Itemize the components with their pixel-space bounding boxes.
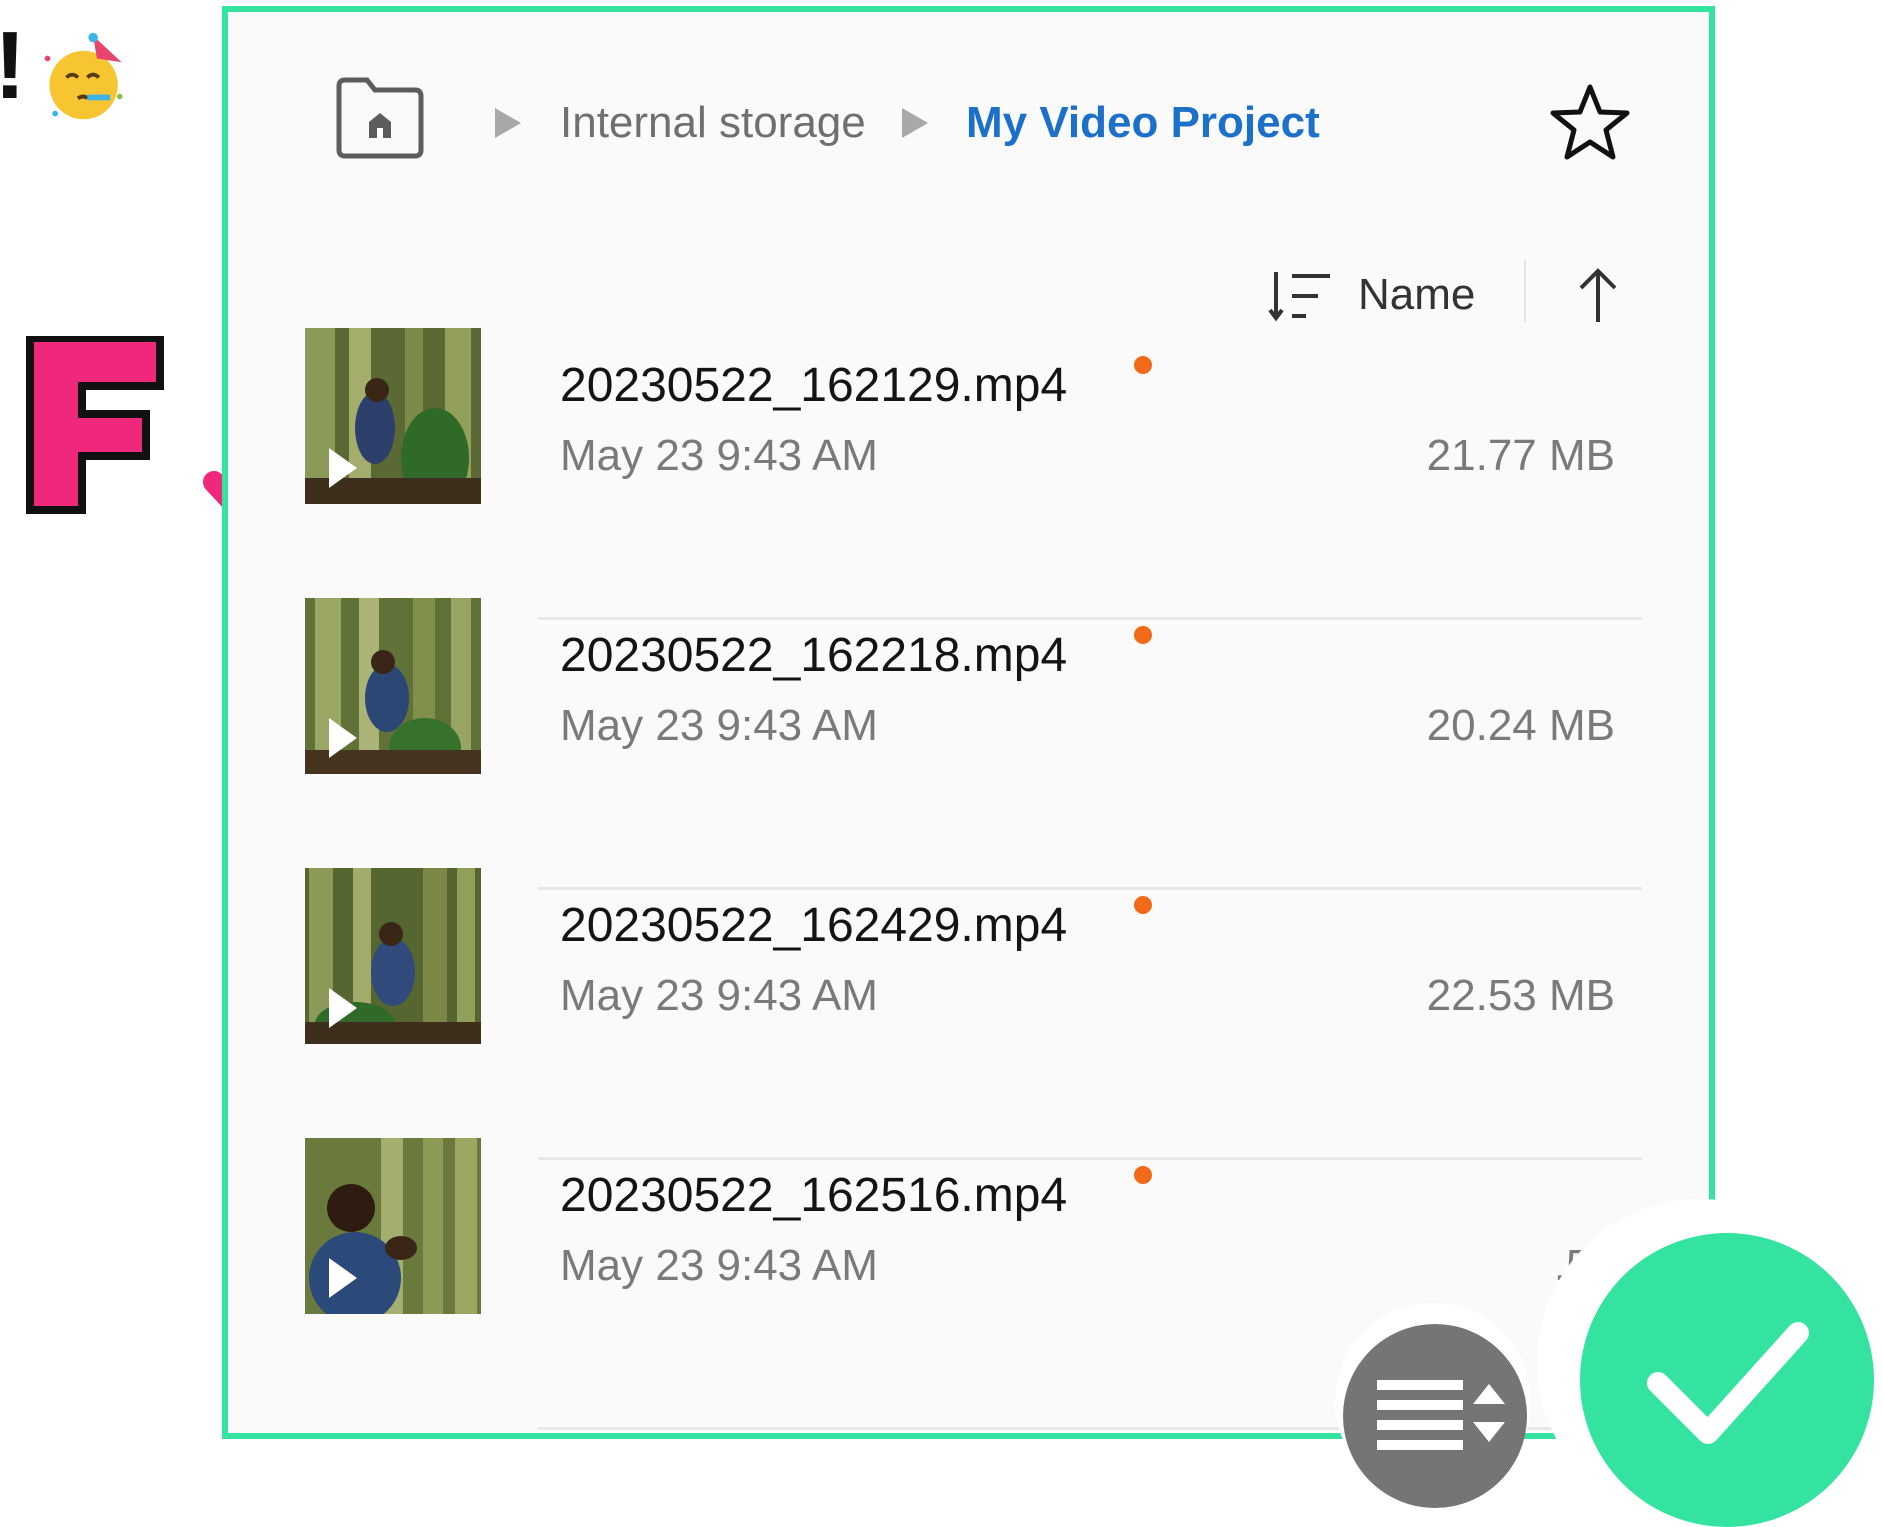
checkmark-icon[interactable] xyxy=(1580,1233,1874,1527)
file-date: May 23 9:43 AM xyxy=(560,701,878,750)
file-date: May 23 9:43 AM xyxy=(560,1241,878,1290)
file-name: 20230522_162429.mp4 xyxy=(560,899,1068,952)
divider xyxy=(1524,260,1526,322)
breadcrumb-current-folder[interactable]: My Video Project xyxy=(966,98,1320,148)
letter-f-badge: F xyxy=(26,336,164,514)
new-indicator-dot xyxy=(1134,1166,1152,1184)
star-outline-icon[interactable] xyxy=(1549,83,1631,161)
breadcrumb-chevron-icon xyxy=(902,108,928,138)
file-name: 20230522_162129.mp4 xyxy=(560,359,1068,412)
file-date: May 23 9:43 AM xyxy=(560,431,878,480)
new-indicator-dot xyxy=(1134,356,1152,374)
video-thumbnail xyxy=(305,598,481,774)
video-thumbnail xyxy=(305,1138,481,1314)
new-indicator-dot xyxy=(1134,896,1152,914)
video-thumbnail xyxy=(305,868,481,1044)
file-size: 21.77 MB xyxy=(1426,431,1615,480)
breadcrumb-internal-storage[interactable]: Internal storage xyxy=(560,98,866,148)
file-size: 20.24 MB xyxy=(1426,701,1615,750)
file-name: 20230522_162218.mp4 xyxy=(560,629,1068,682)
file-size: 22.53 MB xyxy=(1426,971,1615,1020)
party-face-icon xyxy=(44,32,123,120)
new-indicator-dot xyxy=(1134,626,1152,644)
sort-list-icon[interactable] xyxy=(1343,1324,1527,1508)
arrow-up-icon[interactable] xyxy=(1573,266,1623,326)
list-item[interactable]: 20230522_162129.mp4 May 23 9:43 AM 21.77… xyxy=(228,328,1709,598)
breadcrumb: Internal storage My Video Project xyxy=(228,12,1709,222)
file-name: 20230522_162516.mp4 xyxy=(560,1169,1068,1222)
file-browser-panel: Internal storage My Video Project Name 2… xyxy=(222,6,1715,1439)
file-date: May 23 9:43 AM xyxy=(560,971,878,1020)
sort-lines-icon[interactable] xyxy=(1268,268,1334,324)
home-folder-icon[interactable] xyxy=(331,76,429,162)
sort-by-label[interactable]: Name xyxy=(1358,270,1475,320)
list-item[interactable]: 20230522_162429.mp4 May 23 9:43 AM 22.53… xyxy=(228,868,1709,1138)
breadcrumb-chevron-icon xyxy=(495,108,521,138)
exclamation-mark: ! xyxy=(0,18,26,114)
list-item[interactable]: 20230522_162218.mp4 May 23 9:43 AM 20.24… xyxy=(228,598,1709,868)
video-thumbnail xyxy=(305,328,481,504)
